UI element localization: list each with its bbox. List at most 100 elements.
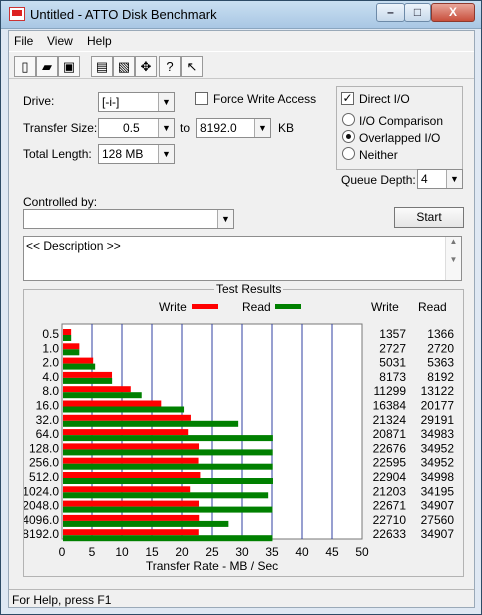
write-value: 2727 — [379, 341, 406, 355]
transfer-size-label: 2.0 — [42, 356, 59, 370]
close-button[interactable]: X — [431, 3, 475, 22]
queue-depth-label: Queue Depth: — [341, 173, 416, 187]
read-value: 20177 — [421, 399, 455, 413]
overlapped-io-radio[interactable] — [342, 130, 355, 143]
neither-label[interactable]: Neither — [359, 148, 398, 162]
write-value: 1357 — [379, 327, 406, 341]
queue-depth-value: 4 — [421, 172, 428, 186]
application-window: Untitled - ATTO Disk Benchmark – □ X Fil… — [0, 0, 482, 615]
x-tick-label: 10 — [115, 545, 129, 559]
direct-io-checkbox[interactable]: ✓ — [341, 92, 354, 105]
read-bar — [63, 463, 273, 470]
write-bar — [63, 486, 191, 493]
write-bar — [63, 472, 201, 478]
force-write-checkbox[interactable] — [195, 92, 208, 105]
description-scrollbar[interactable]: ▲ ▼ — [445, 237, 461, 280]
read-bar — [63, 406, 185, 413]
read-value: 29191 — [421, 413, 455, 427]
direct-io-label[interactable]: Direct I/O — [359, 92, 410, 106]
transfer-size-from-value: 0.5 — [123, 121, 140, 135]
x-tick-label: 50 — [355, 545, 369, 559]
transfer-unit: KB — [278, 121, 295, 135]
help-menu[interactable]: Help — [87, 34, 112, 48]
read-bar — [63, 520, 229, 527]
write-value: 21324 — [373, 413, 407, 427]
neither-radio[interactable] — [342, 147, 355, 160]
read-bar — [63, 449, 273, 456]
read-value: 34952 — [421, 456, 455, 470]
chevron-down-icon[interactable]: ▼ — [446, 170, 462, 188]
chevron-down-icon[interactable]: ▼ — [254, 119, 270, 137]
force-write-label[interactable]: Force Write Access — [213, 92, 316, 106]
print-preview-icon[interactable]: ▧ — [113, 56, 135, 77]
io-comparison-radio[interactable] — [342, 113, 355, 126]
description-box[interactable]: << Description >> ▲ ▼ — [23, 236, 462, 281]
status-text: For Help, press F1 — [12, 593, 112, 607]
chevron-down-icon[interactable]: ▼ — [217, 210, 233, 228]
write-bar — [63, 357, 94, 364]
transfer-rate-chart: 0 5 10 15 20 25 30 35 40 45 50 Transfer Rate - MB /… — [24, 323, 455, 573]
read-bar — [63, 349, 80, 356]
view-menu[interactable]: View — [47, 34, 73, 48]
chevron-down-icon[interactable]: ▼ — [158, 145, 174, 163]
transfer-size-to-select[interactable]: 8192.0 ▼ — [196, 118, 271, 138]
read-value: 34998 — [421, 470, 455, 484]
read-value: 34907 — [421, 499, 455, 513]
transfer-size-label: 0.5 — [42, 327, 59, 341]
help-icon[interactable]: ? — [159, 56, 181, 77]
menu-bar: File View Help — [9, 31, 474, 51]
controlled-by-select[interactable]: ▼ — [23, 209, 234, 229]
test-results-panel: Test Results Write Read Write Read 0 5 10 1… — [23, 282, 464, 577]
new-document-icon[interactable]: ▯ — [14, 56, 36, 77]
transfer-size-label: 128.0 — [29, 441, 59, 455]
read-bar — [63, 506, 273, 513]
write-bar — [63, 529, 199, 536]
save-icon[interactable]: ▣ — [58, 56, 80, 77]
print-icon[interactable]: ▤ — [91, 56, 113, 77]
queue-depth-select[interactable]: 4 ▼ — [417, 169, 463, 189]
read-value: 34907 — [421, 527, 455, 541]
drive-value: [-i-] — [102, 95, 120, 109]
drive-select[interactable]: [-i-] ▼ — [98, 92, 175, 112]
write-value: 16384 — [373, 399, 407, 413]
overlapped-io-label[interactable]: Overlapped I/O — [359, 131, 440, 145]
total-length-select[interactable]: 128 MB ▼ — [98, 144, 175, 164]
x-tick-label: 20 — [175, 545, 189, 559]
write-value: 5031 — [379, 356, 406, 370]
read-value: 34952 — [421, 441, 455, 455]
context-help-icon[interactable]: ↖ — [181, 56, 203, 77]
x-tick-label: 30 — [235, 545, 249, 559]
transfer-size-label: 256.0 — [29, 456, 59, 470]
transfer-size-label: 64.0 — [36, 427, 60, 441]
read-bar — [63, 363, 96, 370]
transfer-size-label: Transfer Size: — [23, 121, 98, 135]
move-icon[interactable]: ✥ — [135, 56, 157, 77]
write-value: 8173 — [379, 370, 406, 384]
transfer-size-label: 1.0 — [42, 341, 59, 355]
read-value: 34195 — [421, 484, 455, 498]
write-bar — [63, 500, 200, 507]
write-value: 20871 — [373, 427, 407, 441]
transfer-size-label: 1024.0 — [24, 484, 59, 498]
transfer-size-from-select[interactable]: 0.5 ▼ — [98, 118, 175, 138]
chevron-down-icon[interactable]: ▼ — [158, 93, 174, 111]
write-bar — [63, 457, 199, 464]
read-value: 1366 — [427, 327, 454, 341]
write-bar — [63, 400, 162, 407]
io-comparison-label[interactable]: I/O Comparison — [359, 114, 443, 128]
read-bar — [63, 420, 239, 427]
title-bar[interactable]: Untitled - ATTO Disk Benchmark – □ X — [1, 1, 481, 29]
maximize-button[interactable]: □ — [404, 3, 431, 22]
write-value: 22676 — [373, 441, 407, 455]
transfer-size-label: 4.0 — [42, 370, 59, 384]
chevron-down-icon[interactable]: ▼ — [158, 119, 174, 137]
transfer-size-label: 16.0 — [36, 399, 60, 413]
transfer-size-label: 32.0 — [36, 413, 60, 427]
write-value: 11299 — [374, 384, 407, 398]
open-folder-icon[interactable]: ▰ — [36, 56, 58, 77]
read-bar — [63, 492, 269, 499]
write-bar — [63, 343, 80, 350]
start-button[interactable]: Start — [394, 207, 464, 228]
file-menu[interactable]: File — [14, 34, 33, 48]
minimize-button[interactable]: – — [376, 3, 405, 22]
